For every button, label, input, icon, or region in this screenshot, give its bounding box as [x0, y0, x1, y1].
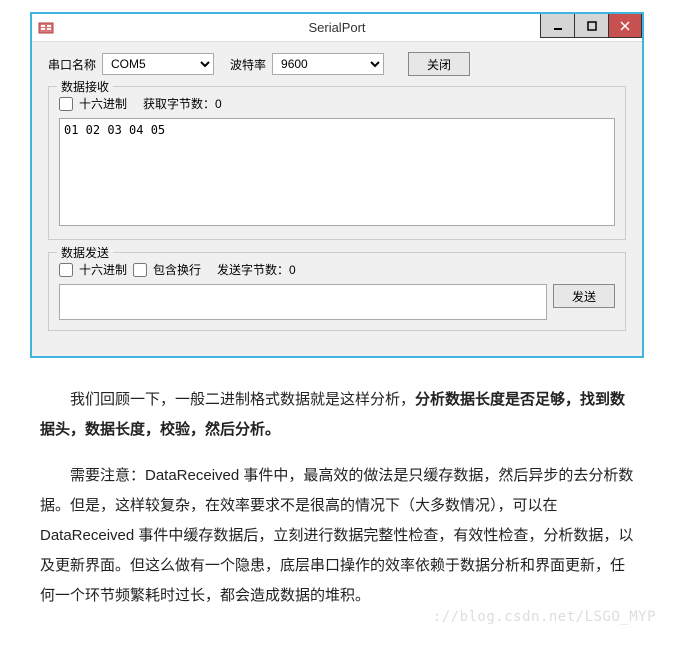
maximize-button[interactable] [574, 14, 608, 38]
send-newline-label: 包含换行 [153, 261, 201, 278]
article-text: 我们回顾一下，一般二进制格式数据就是这样分析，分析数据长度是否足够，找到数据头，… [40, 385, 634, 627]
receive-group-title: 数据接收 [57, 78, 113, 95]
window-title: SerialPort [308, 20, 365, 35]
baud-label: 波特率 [230, 56, 266, 73]
recv-bytes-label: 获取字节数：0 [143, 95, 222, 112]
receive-options: 十六进制 获取字节数：0 [59, 95, 615, 112]
send-options: 十六进制 包含换行 发送字节数：0 [59, 261, 615, 278]
baud-select[interactable]: 9600 [272, 53, 384, 75]
config-row: 串口名称 COM5 波特率 9600 关闭 [48, 52, 626, 76]
titlebar: SerialPort [32, 14, 642, 42]
send-newline-checkbox[interactable] [133, 263, 147, 277]
close-port-button[interactable]: 关闭 [408, 52, 470, 76]
paragraph-2: 需要注意：DataReceived 事件中，最高效的做法是只缓存数据，然后异步的… [40, 461, 634, 611]
send-hex-checkbox[interactable] [59, 263, 73, 277]
send-row: 发送 [59, 284, 615, 320]
app-icon [32, 14, 60, 42]
port-select[interactable]: COM5 [102, 53, 214, 75]
send-hex-label: 十六进制 [79, 261, 127, 278]
send-bytes-label: 发送字节数：0 [217, 261, 296, 278]
send-textarea[interactable] [59, 284, 547, 320]
paragraph-1: 我们回顾一下，一般二进制格式数据就是这样分析，分析数据长度是否足够，找到数据头，… [40, 385, 634, 445]
window-body: 串口名称 COM5 波特率 9600 关闭 数据接收 十六进制 获取字节数：0 … [32, 42, 642, 341]
recv-hex-label: 十六进制 [79, 95, 127, 112]
receive-group: 数据接收 十六进制 获取字节数：0 [48, 86, 626, 240]
port-label: 串口名称 [48, 56, 96, 73]
minimize-button[interactable] [540, 14, 574, 38]
send-group-title: 数据发送 [57, 244, 113, 261]
window-controls [540, 14, 642, 38]
receive-textarea[interactable] [59, 118, 615, 226]
send-group: 数据发送 十六进制 包含换行 发送字节数：0 发送 [48, 252, 626, 331]
send-button[interactable]: 发送 [553, 284, 615, 308]
serialport-window: SerialPort 串口名称 COM5 波特率 9600 关闭 数据接收 十六… [30, 12, 644, 358]
recv-hex-checkbox[interactable] [59, 97, 73, 111]
close-button[interactable] [608, 14, 642, 38]
